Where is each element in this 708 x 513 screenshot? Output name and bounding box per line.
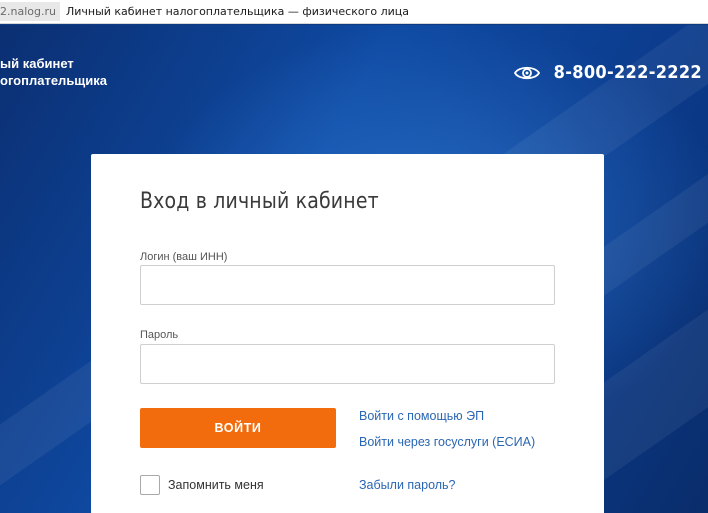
login-button[interactable]: ВОЙТИ bbox=[140, 408, 336, 448]
login-title: Вход в личный кабинет bbox=[140, 189, 379, 214]
remember-me-checkbox[interactable] bbox=[140, 475, 160, 495]
hotline-phone[interactable]: 8-800-222-2222 bbox=[554, 62, 702, 83]
login-ep-link[interactable]: Войти с помощью ЭП bbox=[359, 409, 484, 423]
forgot-password-link[interactable]: Забыли пароль? bbox=[359, 478, 456, 492]
browser-address-bar: 2.nalog.ru Личный кабинет налогоплательщ… bbox=[0, 0, 708, 24]
brand-line-2: огоплательщика bbox=[0, 73, 108, 88]
password-input[interactable] bbox=[140, 344, 555, 384]
header-contacts: 8-800-222-2222 bbox=[513, 62, 702, 83]
url-domain[interactable]: 2.nalog.ru bbox=[0, 2, 60, 21]
login-inn-input[interactable] bbox=[140, 265, 555, 305]
brand-line-1: ый кабинет bbox=[0, 56, 74, 71]
login-card: Вход в личный кабинет Логин (ваш ИНН) Па… bbox=[91, 154, 604, 513]
login-label: Логин (ваш ИНН) bbox=[140, 251, 228, 263]
remember-me-label[interactable]: Запомнить меня bbox=[168, 478, 264, 492]
site-brand[interactable]: ый кабинет огоплательщика bbox=[0, 55, 107, 89]
eye-icon[interactable] bbox=[513, 64, 540, 82]
page-tab-title: Личный кабинет налогоплательщика — физич… bbox=[65, 5, 409, 18]
login-esia-link[interactable]: Войти через госуслуги (ЕСИА) bbox=[359, 435, 535, 449]
password-label: Пароль bbox=[140, 329, 179, 341]
